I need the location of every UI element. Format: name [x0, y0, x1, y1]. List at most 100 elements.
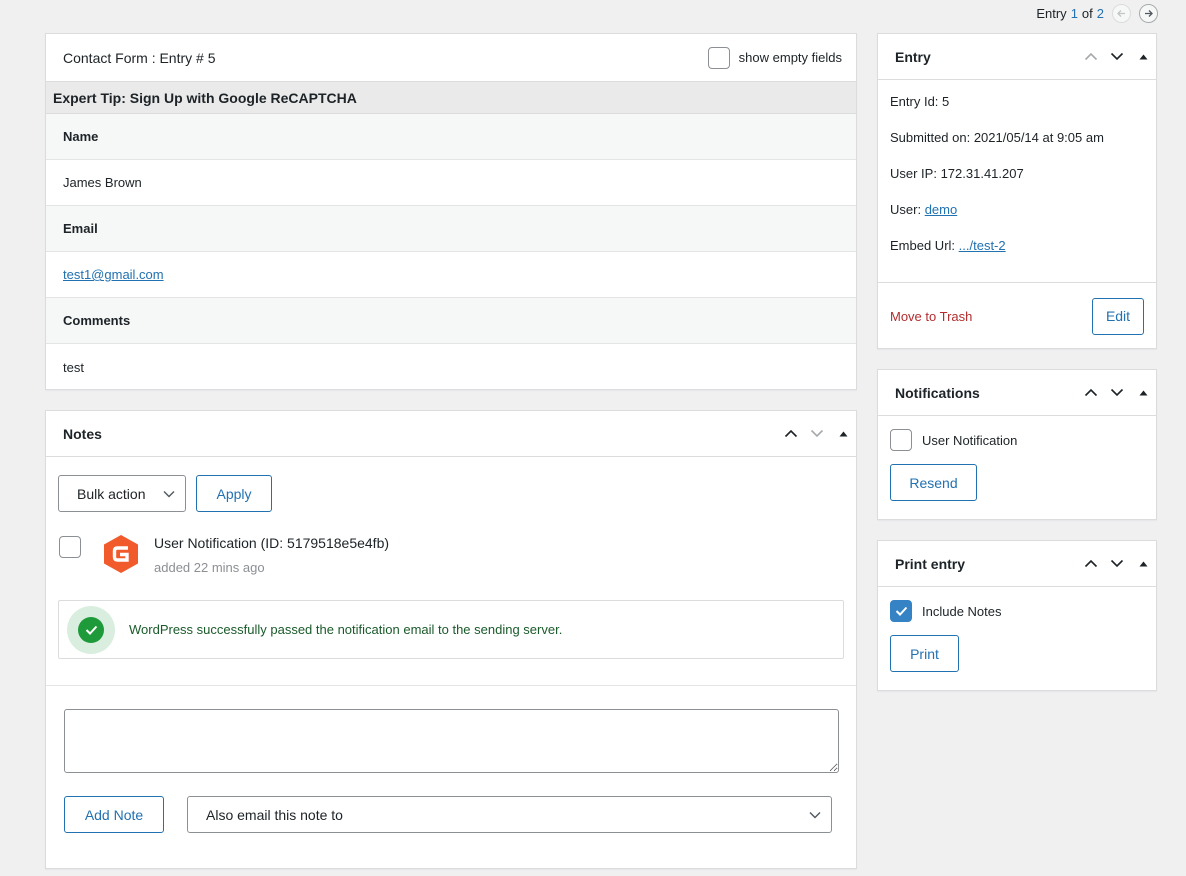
note-timestamp: added 22 mins ago: [154, 560, 265, 575]
chevron-up-icon: [784, 429, 798, 438]
toggle-panel-button[interactable]: [1130, 546, 1156, 582]
user-link[interactable]: demo: [925, 202, 958, 217]
notifications-title: Notifications: [895, 384, 980, 401]
note-title: User Notification (ID: 5179518e5e4fb): [154, 535, 390, 551]
chevron-up-icon: [1084, 559, 1098, 568]
move-down-button[interactable]: [1104, 375, 1130, 411]
caret-up-icon: [1139, 561, 1147, 566]
pager-prefix: Entry: [1036, 5, 1067, 21]
chevron-down-icon: [1110, 559, 1124, 568]
chevron-up-icon: [1084, 52, 1098, 61]
entry-embed-label: Embed Url:: [890, 238, 956, 253]
move-up-button[interactable]: [1078, 546, 1104, 582]
user-notification-checkbox[interactable]: [890, 429, 912, 451]
previous-entry-button[interactable]: [1112, 3, 1131, 23]
check-icon: [895, 606, 907, 616]
success-dot: [78, 616, 104, 643]
move-down-button[interactable]: [804, 416, 830, 452]
edit-button[interactable]: Edit: [1092, 297, 1144, 335]
caret-up-icon: [1139, 54, 1147, 59]
email-note-value: Also email this note to: [206, 806, 343, 823]
gravity-forms-logo-icon: [104, 535, 138, 573]
include-notes-option[interactable]: Include Notes: [878, 587, 1156, 635]
entry-info-footer: Move to Trash Edit: [878, 282, 1156, 349]
entry-user: User: demo: [890, 202, 1144, 238]
move-up-button[interactable]: [1078, 375, 1104, 411]
chevron-up-icon: [1084, 388, 1098, 397]
move-to-trash-link[interactable]: Move to Trash: [890, 309, 972, 324]
arrow-left-icon: [1117, 9, 1125, 17]
caret-up-icon: [1139, 390, 1147, 395]
entry-detail-title: Contact Form : Entry # 5: [63, 49, 216, 66]
notes-title: Notes: [63, 425, 102, 442]
notifications-panel: Notifications User Notification Resend: [877, 369, 1157, 520]
user-notification-label: User Notification: [922, 432, 1018, 448]
bulk-action-value: Bulk action: [77, 485, 146, 502]
entry-submitted: Submitted on: 2021/05/14 at 9:05 am: [890, 130, 1104, 145]
caret-up-icon: [839, 431, 847, 436]
entry-user-ip: User IP: 172.31.41.207: [890, 166, 1024, 181]
entry-info-list: Entry Id: 5 Submitted on: 2021/05/14 at …: [878, 80, 1156, 274]
note-select-checkbox[interactable]: [59, 536, 81, 558]
entry-info-panel: Entry Entry Id: 5 Submitted on: 2021/05/…: [877, 33, 1157, 349]
pager-total: 2: [1096, 5, 1104, 21]
user-notification-option[interactable]: User Notification: [878, 416, 1156, 464]
toggle-panel-button[interactable]: [1130, 39, 1156, 75]
next-entry-button[interactable]: [1139, 3, 1158, 23]
bulk-action-select[interactable]: Bulk action: [58, 475, 186, 512]
chevron-down-icon: [163, 490, 175, 497]
entry-detail-panel: Contact Form : Entry # 5 show empty fiel…: [45, 33, 857, 390]
entry-id: Entry Id: 5: [890, 94, 950, 109]
chevron-down-icon: [1110, 52, 1124, 61]
move-up-button[interactable]: [778, 416, 804, 452]
print-button[interactable]: Print: [890, 635, 959, 672]
note-textarea[interactable]: [64, 709, 839, 773]
include-notes-label: Include Notes: [922, 603, 1002, 619]
success-notice: WordPress successfully passed the notifi…: [58, 600, 844, 659]
entry-info-controls: [1078, 39, 1156, 75]
field-value-comments: test: [63, 359, 84, 375]
move-up-button[interactable]: [1078, 39, 1104, 75]
show-empty-fields-checkbox[interactable]: [707, 46, 730, 69]
entry-pager: Entry 1 of 2: [1036, 3, 1158, 23]
print-entry-panel: Print entry Include Notes Print: [877, 540, 1157, 691]
toggle-panel-button[interactable]: [830, 416, 856, 452]
embed-url-link[interactable]: .../test-2: [959, 238, 1006, 253]
chevron-down-icon: [809, 811, 821, 818]
add-note-button[interactable]: Add Note: [64, 796, 164, 833]
show-empty-fields-toggle[interactable]: show empty fields: [707, 46, 842, 69]
email-note-select[interactable]: Also email this note to: [187, 796, 832, 833]
include-notes-checkbox[interactable]: [890, 600, 912, 622]
field-label-comments: Comments: [46, 298, 856, 344]
resend-button[interactable]: Resend: [890, 464, 977, 501]
email-link[interactable]: test1@gmail.com: [63, 267, 164, 282]
field-label-name: Name: [46, 114, 856, 160]
pager-of: of: [1081, 5, 1093, 21]
notes-divider: [46, 685, 856, 686]
field-value-name: James Brown: [46, 160, 856, 206]
entry-embed-url: Embed Url: .../test-2: [890, 238, 1144, 274]
chevron-down-icon: [810, 429, 824, 438]
field-label-email: Email: [46, 206, 856, 252]
notifications-header: Notifications: [878, 370, 1156, 416]
notes-header: Notes: [46, 411, 856, 457]
section-title: Expert Tip: Sign Up with Google ReCAPTCH…: [46, 81, 856, 114]
entry-user-label: User:: [890, 202, 922, 217]
success-message: WordPress successfully passed the notifi…: [129, 622, 563, 637]
print-entry-title: Print entry: [895, 555, 966, 572]
toggle-panel-button[interactable]: [1130, 375, 1156, 411]
move-down-button[interactable]: [1104, 546, 1130, 582]
entry-info-header: Entry: [878, 34, 1156, 80]
arrow-right-icon: [1145, 9, 1153, 17]
pager-current: 1: [1070, 5, 1078, 21]
move-down-button[interactable]: [1104, 39, 1130, 75]
chevron-down-icon: [1110, 388, 1124, 397]
notes-panel: Notes Bulk action Apply User Notificatio…: [45, 410, 857, 869]
check-icon: [85, 625, 97, 635]
apply-button[interactable]: Apply: [196, 475, 272, 512]
success-badge: [67, 605, 115, 654]
entry-info-title: Entry: [895, 48, 931, 65]
show-empty-fields-label: show empty fields: [738, 50, 842, 65]
field-value-email: test1@gmail.com: [46, 252, 856, 298]
notifications-controls: [1078, 375, 1156, 411]
